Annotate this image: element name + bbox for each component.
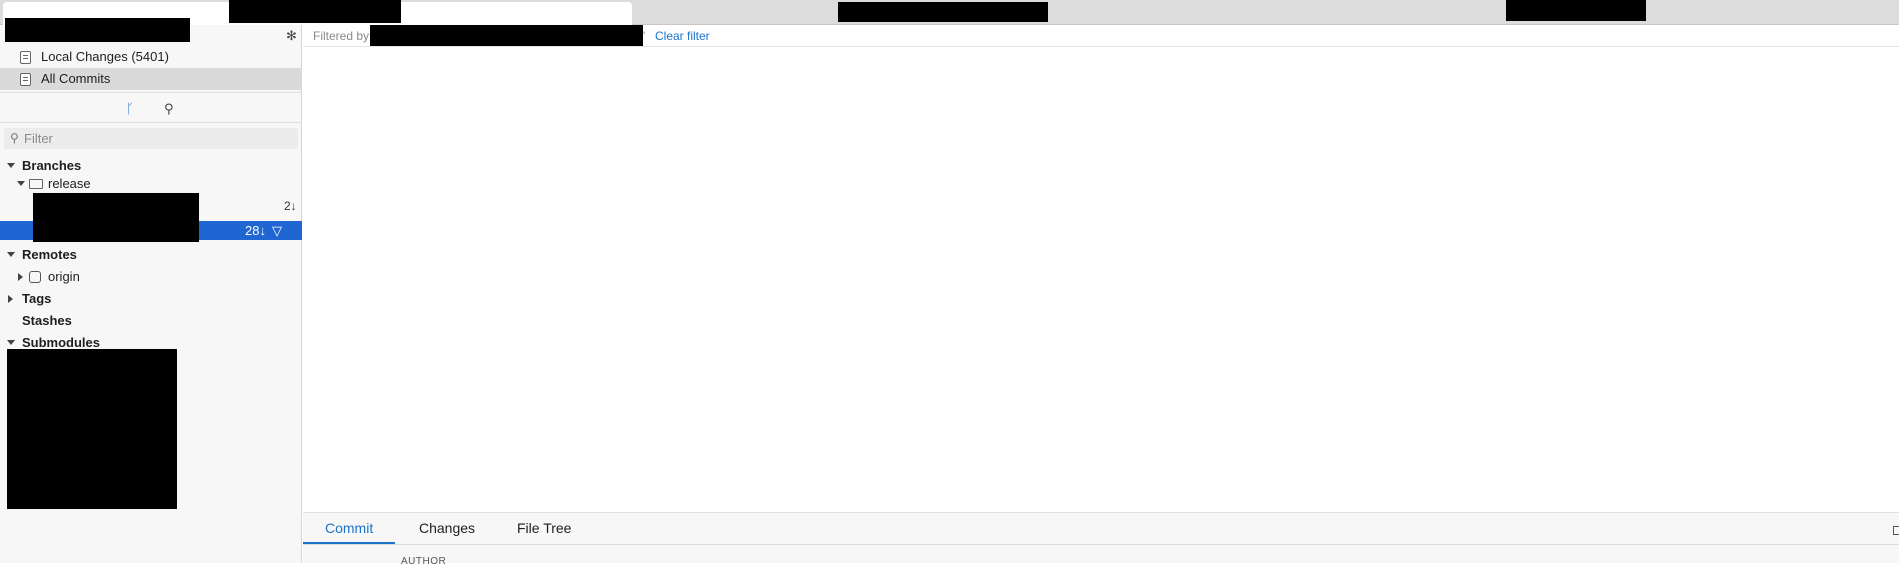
filter-placeholder: Filter [24, 131, 53, 146]
tab-file-tree[interactable]: File Tree [517, 513, 571, 544]
filter-bar: Filtered by ' Clear filter [303, 25, 1899, 47]
redacted-filter-value [370, 25, 643, 46]
tab-commit[interactable]: Commit [303, 513, 396, 544]
nav-all-commits[interactable]: All Commits [0, 68, 302, 90]
redacted-tab-title [5, 18, 190, 42]
redacted-tab-title[interactable] [229, 0, 401, 23]
tree-release-label: release [48, 176, 91, 191]
nav-local-changes-label: Local Changes (5401) [41, 49, 169, 64]
settings-gear-icon[interactable]: ✻ [286, 29, 297, 43]
tree-tags[interactable]: Tags [0, 288, 302, 310]
tab-bar [0, 0, 1899, 42]
tree-stashes[interactable]: Stashes [0, 310, 302, 332]
redacted-tab-title[interactable] [838, 2, 1048, 22]
expand-right-icon[interactable] [8, 295, 13, 303]
selected-branch-count: 28↓ [245, 223, 266, 238]
all-commits-icon [20, 73, 31, 86]
divider [0, 92, 302, 93]
author-label: AUTHOR [401, 556, 447, 567]
filter-quote: ' [643, 29, 646, 43]
tab-changes[interactable]: Changes [419, 513, 475, 544]
branch-behind-count: 2↓ [284, 199, 297, 213]
tree-origin[interactable]: origin [0, 266, 302, 288]
expand-right-icon[interactable] [18, 273, 23, 281]
expand-down-icon[interactable] [17, 181, 25, 186]
tree-stashes-label: Stashes [22, 313, 72, 328]
commit-list-area: Filtered by ' Clear filter [303, 25, 1899, 563]
local-changes-icon [20, 51, 31, 64]
tree-remotes-label: Remotes [22, 247, 77, 262]
tree-release-folder[interactable]: release [0, 173, 302, 195]
expand-down-icon[interactable] [7, 340, 15, 345]
branch-view-icon[interactable]: ᚴ [126, 102, 134, 116]
expand-down-icon[interactable] [7, 252, 15, 257]
tree-remotes[interactable]: Remotes [0, 244, 302, 266]
filter-search-icon: ⚲ [10, 131, 19, 145]
redacted-tab-title[interactable] [1506, 0, 1646, 21]
nav-local-changes[interactable]: Local Changes (5401) [0, 46, 302, 68]
redacted-submodules [7, 349, 177, 509]
details-panel: Commit Changes File Tree AUTHOR [303, 512, 1899, 567]
divider [0, 122, 302, 123]
expand-down-icon[interactable] [7, 163, 15, 168]
filter-prefix: Filtered by [313, 29, 370, 43]
divider [303, 544, 1899, 545]
clear-filter-link[interactable]: Clear filter [655, 25, 710, 47]
filter-input[interactable]: ⚲ Filter [4, 128, 298, 149]
nav-all-commits-label: All Commits [41, 71, 111, 86]
tree-origin-label: origin [48, 269, 80, 284]
search-icon[interactable]: ⚲ [164, 102, 174, 116]
tree-tags-label: Tags [22, 291, 52, 306]
redacted-branch-names [33, 193, 199, 242]
remote-icon [29, 271, 41, 283]
filter-funnel-icon[interactable]: ▽ [272, 221, 282, 240]
maximize-icon[interactable] [1893, 526, 1899, 535]
folder-icon [29, 179, 43, 189]
sidebar: ✻ Local Changes (5401) All Commits ᚴ ⚲ ⚲… [0, 25, 302, 563]
